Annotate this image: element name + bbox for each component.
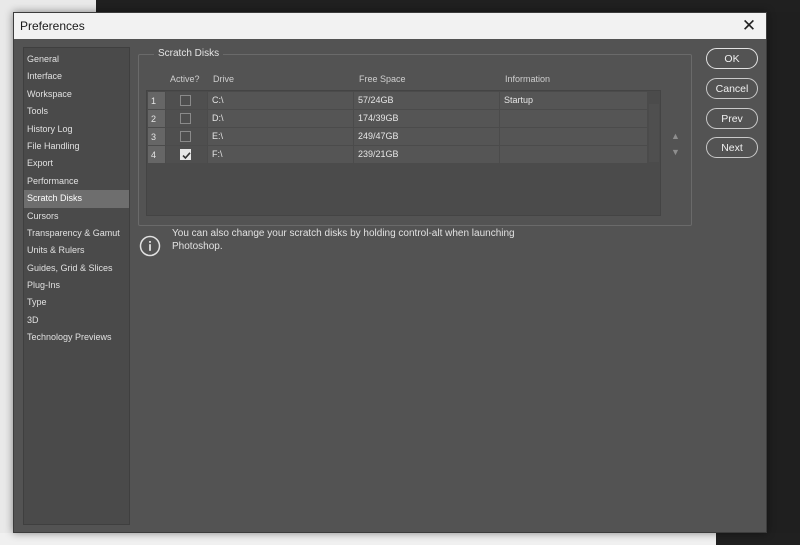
drive-cell: E:\ <box>208 128 353 145</box>
sidebar-item-interface[interactable]: Interface <box>24 68 129 85</box>
desktop-background-top-dark <box>96 0 800 12</box>
sidebar-item-tools[interactable]: Tools <box>24 103 129 120</box>
sidebar-item-file-handling[interactable]: File Handling <box>24 138 129 155</box>
row-number: 4 <box>148 146 165 163</box>
cancel-button[interactable]: Cancel <box>706 78 758 99</box>
move-up-icon[interactable]: ▲ <box>671 131 680 141</box>
sidebar-item-workspace[interactable]: Workspace <box>24 86 129 103</box>
active-checkbox-checked[interactable] <box>180 149 191 160</box>
desktop-background-bottom-light <box>0 533 716 545</box>
information-cell <box>500 146 647 163</box>
sidebar-item-transparency-gamut[interactable]: Transparency & Gamut <box>24 225 129 242</box>
drive-cell: F:\ <box>208 146 353 163</box>
sidebar-item-history-log[interactable]: History Log <box>24 121 129 138</box>
active-cell <box>166 92 207 109</box>
title-bar: Preferences ✕ <box>14 13 766 39</box>
column-header-information: Information <box>505 74 551 84</box>
preferences-dialog: Preferences ✕ General Interface Workspac… <box>13 12 767 533</box>
row-number: 1 <box>148 92 165 109</box>
drive-cell: D:\ <box>208 110 353 127</box>
scratch-disks-table: 1 C:\ 57/24GB Startup 2 D:\ 174/39GB 3 E… <box>146 90 661 216</box>
free-space-cell: 239/21GB <box>354 146 499 163</box>
desktop-background-left <box>0 0 14 545</box>
information-cell <box>500 128 647 145</box>
table-row[interactable]: 1 C:\ 57/24GB Startup <box>147 92 660 110</box>
checkmark-icon <box>182 152 191 160</box>
scratch-disks-note: You can also change your scratch disks b… <box>172 228 515 252</box>
free-space-cell: 249/47GB <box>354 128 499 145</box>
sidebar-item-technology-previews[interactable]: Technology Previews <box>24 329 129 346</box>
information-cell <box>500 110 647 127</box>
table-scrollbar[interactable] <box>649 104 659 162</box>
table-row[interactable]: 2 D:\ 174/39GB <box>147 110 660 128</box>
move-down-icon[interactable]: ▼ <box>671 147 680 157</box>
column-header-drive: Drive <box>213 74 235 84</box>
row-number: 3 <box>148 128 165 145</box>
drive-cell: C:\ <box>208 92 353 109</box>
sidebar-item-export[interactable]: Export <box>24 155 129 172</box>
next-button[interactable]: Next <box>706 137 758 158</box>
preferences-sidebar: General Interface Workspace Tools Histor… <box>23 47 130 525</box>
sidebar-item-units-rulers[interactable]: Units & Rulers <box>24 242 129 259</box>
information-cell: Startup <box>500 92 647 109</box>
active-cell <box>166 146 207 163</box>
ok-button[interactable]: OK <box>706 48 758 69</box>
active-cell <box>166 128 207 145</box>
close-icon[interactable]: ✕ <box>732 13 766 39</box>
active-checkbox[interactable] <box>180 95 191 106</box>
column-header-active: Active? <box>170 74 200 84</box>
group-label: Scratch Disks <box>154 48 224 59</box>
table-row[interactable]: 4 F:\ 239/21GB <box>147 146 660 164</box>
sidebar-item-general[interactable]: General <box>24 51 129 68</box>
active-checkbox[interactable] <box>180 131 191 142</box>
table-row[interactable]: 3 E:\ 249/47GB <box>147 128 660 146</box>
sidebar-item-scratch-disks[interactable]: Scratch Disks <box>24 190 129 208</box>
free-space-cell: 174/39GB <box>354 110 499 127</box>
prev-button[interactable]: Prev <box>706 108 758 129</box>
sidebar-item-3d[interactable]: 3D <box>24 312 129 329</box>
free-space-cell: 57/24GB <box>354 92 499 109</box>
row-number: 2 <box>148 110 165 127</box>
info-icon <box>139 235 161 257</box>
active-cell <box>166 110 207 127</box>
sidebar-item-performance[interactable]: Performance <box>24 173 129 190</box>
sidebar-item-plug-ins[interactable]: Plug-Ins <box>24 277 129 294</box>
window-title: Preferences <box>20 19 85 33</box>
sidebar-item-cursors[interactable]: Cursors <box>24 208 129 225</box>
column-header-free-space: Free Space <box>359 74 406 84</box>
sidebar-item-type[interactable]: Type <box>24 294 129 311</box>
sidebar-item-guides-grid-slices[interactable]: Guides, Grid & Slices <box>24 260 129 277</box>
active-checkbox[interactable] <box>180 113 191 124</box>
